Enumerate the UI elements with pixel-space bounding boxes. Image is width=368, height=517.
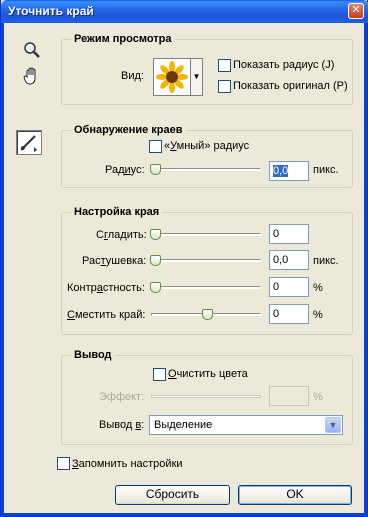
- adjust-edge-legend: Настройка края: [71, 206, 163, 218]
- window-border-bottom: [1, 513, 368, 516]
- output-to-dropdown-button[interactable]: ▼: [325, 417, 341, 433]
- smart-radius-label: «Умный» радиус: [164, 140, 250, 152]
- title-bar[interactable]: Уточнить край ✕: [1, 0, 368, 23]
- radius-slider[interactable]: [151, 168, 261, 171]
- feather-label: Растушевка:: [82, 255, 147, 267]
- feather-input[interactable]: 0,0: [269, 250, 309, 270]
- radius-slider-thumb[interactable]: [150, 164, 161, 175]
- remember-settings-checkbox[interactable]: [57, 457, 70, 470]
- hand-icon: [23, 67, 36, 85]
- window-border-right: [364, 23, 367, 517]
- remember-settings-label: Запомнить настройки: [72, 458, 183, 470]
- window-border-left: [1, 23, 4, 517]
- contrast-input[interactable]: 0: [269, 277, 309, 297]
- view-label: Вид:: [121, 70, 144, 82]
- smooth-label: Сгладить:: [96, 229, 147, 241]
- refine-radius-tool[interactable]: [16, 130, 42, 155]
- dialog-title: Уточнить край: [8, 4, 94, 18]
- edge-detection-legend: Обнаружение краев: [71, 124, 186, 136]
- show-radius-checkbox[interactable]: [218, 59, 231, 72]
- shift-edge-slider-thumb[interactable]: [202, 309, 213, 320]
- smooth-slider-thumb[interactable]: [150, 229, 161, 240]
- shift-edge-label: Сместить край:: [67, 309, 146, 321]
- chevron-down-icon: ▼: [328, 420, 338, 430]
- decontaminate-colors-checkbox[interactable]: [153, 368, 166, 381]
- close-button[interactable]: ✕: [348, 3, 364, 19]
- show-original-label: Показать оригинал (P): [233, 80, 348, 92]
- edge-detection-group: Обнаружение краев: [61, 124, 353, 188]
- contrast-slider-thumb[interactable]: [150, 282, 161, 293]
- radius-label: Радиус:: [105, 164, 145, 176]
- feather-slider[interactable]: [151, 259, 261, 262]
- reset-button[interactable]: Сбросить: [115, 485, 230, 505]
- hand-tool[interactable]: [22, 66, 42, 86]
- amount-slider: [151, 395, 261, 398]
- smart-radius-checkbox[interactable]: [149, 140, 162, 153]
- view-mode-legend: Режим просмотра: [71, 33, 175, 45]
- zoom-tool[interactable]: [22, 40, 42, 60]
- sunflower-thumbnail-icon: [156, 61, 188, 93]
- radius-value: 0,0: [273, 165, 289, 177]
- contrast-unit: %: [313, 282, 323, 294]
- feather-unit: пикс.: [313, 255, 339, 267]
- output-legend: Вывод: [71, 349, 115, 361]
- shift-edge-input[interactable]: 0: [269, 304, 309, 324]
- show-radius-label: Показать радиус (J): [233, 59, 335, 71]
- view-mode-picker[interactable]: [153, 58, 191, 96]
- view-mode-dropdown-button[interactable]: ▼: [191, 58, 203, 96]
- contrast-slider[interactable]: [151, 286, 261, 289]
- contrast-label: Контрастность:: [67, 282, 145, 294]
- ok-button[interactable]: OK: [238, 485, 352, 505]
- smooth-input[interactable]: 0: [269, 224, 309, 244]
- smooth-slider[interactable]: [151, 233, 261, 236]
- refine-edge-dialog: Уточнить край ✕ Режим просмотра Вид: ▼ П…: [0, 0, 368, 517]
- amount-unit: %: [313, 391, 323, 403]
- amount-input: [269, 386, 309, 406]
- magnifier-icon: [24, 42, 40, 58]
- show-original-checkbox[interactable]: [218, 80, 231, 93]
- chevron-down-icon: ▼: [192, 72, 201, 81]
- radius-input[interactable]: 0,0: [269, 161, 309, 181]
- view-mode-group: Режим просмотра: [61, 33, 353, 105]
- feather-slider-thumb[interactable]: [150, 255, 161, 266]
- close-icon: ✕: [351, 4, 361, 16]
- radius-unit: пикс.: [313, 164, 339, 176]
- amount-label: Эффект:: [99, 391, 145, 403]
- decontaminate-colors-label: Очистить цвета: [168, 368, 248, 380]
- output-to-select[interactable]: Выделение ▼: [149, 415, 343, 435]
- shift-edge-unit: %: [313, 309, 323, 321]
- output-to-value: Выделение: [154, 419, 213, 431]
- brush-icon: [20, 135, 37, 152]
- output-to-label: Вывод в:: [99, 419, 145, 431]
